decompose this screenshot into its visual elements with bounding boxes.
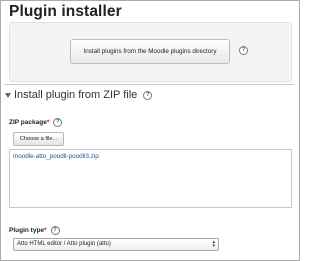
required-icon: * [46,119,50,126]
plugin-type-label-text: Plugin type [9,227,45,234]
zip-package-label: ZIP package * ? [9,118,63,127]
zip-package-label-text: ZIP package [9,119,47,126]
zip-section-title: Install plugin from ZIP file [14,89,138,101]
required-icon: * [44,227,47,234]
plugin-type-help-icon[interactable]: ? [50,226,60,235]
plugin-type-label: Plugin type * ? [9,226,60,235]
choose-file-button[interactable]: Choose a file... [13,132,64,146]
arrow-down-icon: ▾ [212,243,215,249]
file-drop-area[interactable]: moodle-atto_poodll-poodll3.zip [9,149,292,208]
directory-help-icon[interactable]: ? [239,46,248,55]
collapse-arrow-icon[interactable] [5,92,11,98]
plugin-installer-frame: Plugin installer Install plugins from th… [0,0,300,261]
zip-section-legend[interactable]: Install plugin from ZIP file ? [5,89,153,101]
zip-package-help-icon[interactable]: ? [53,118,63,127]
plugins-directory-panel: Install plugins from the Moodle plugins … [9,22,292,82]
page-title: Plugin installer [9,3,122,20]
select-arrows-icon: ▴ ▾ [212,240,215,249]
plugin-type-select[interactable]: Atto HTML editor / Atto plugin (atto) ▴ … [13,238,219,251]
uploaded-file-link[interactable]: moodle-atto_poodll-poodll3.zip [13,153,99,160]
zip-section-help-icon[interactable]: ? [143,90,153,100]
plugin-type-selected-value: Atto HTML editor / Atto plugin (atto) [17,240,111,247]
install-from-directory-button[interactable]: Install plugins from the Moodle plugins … [70,39,230,64]
